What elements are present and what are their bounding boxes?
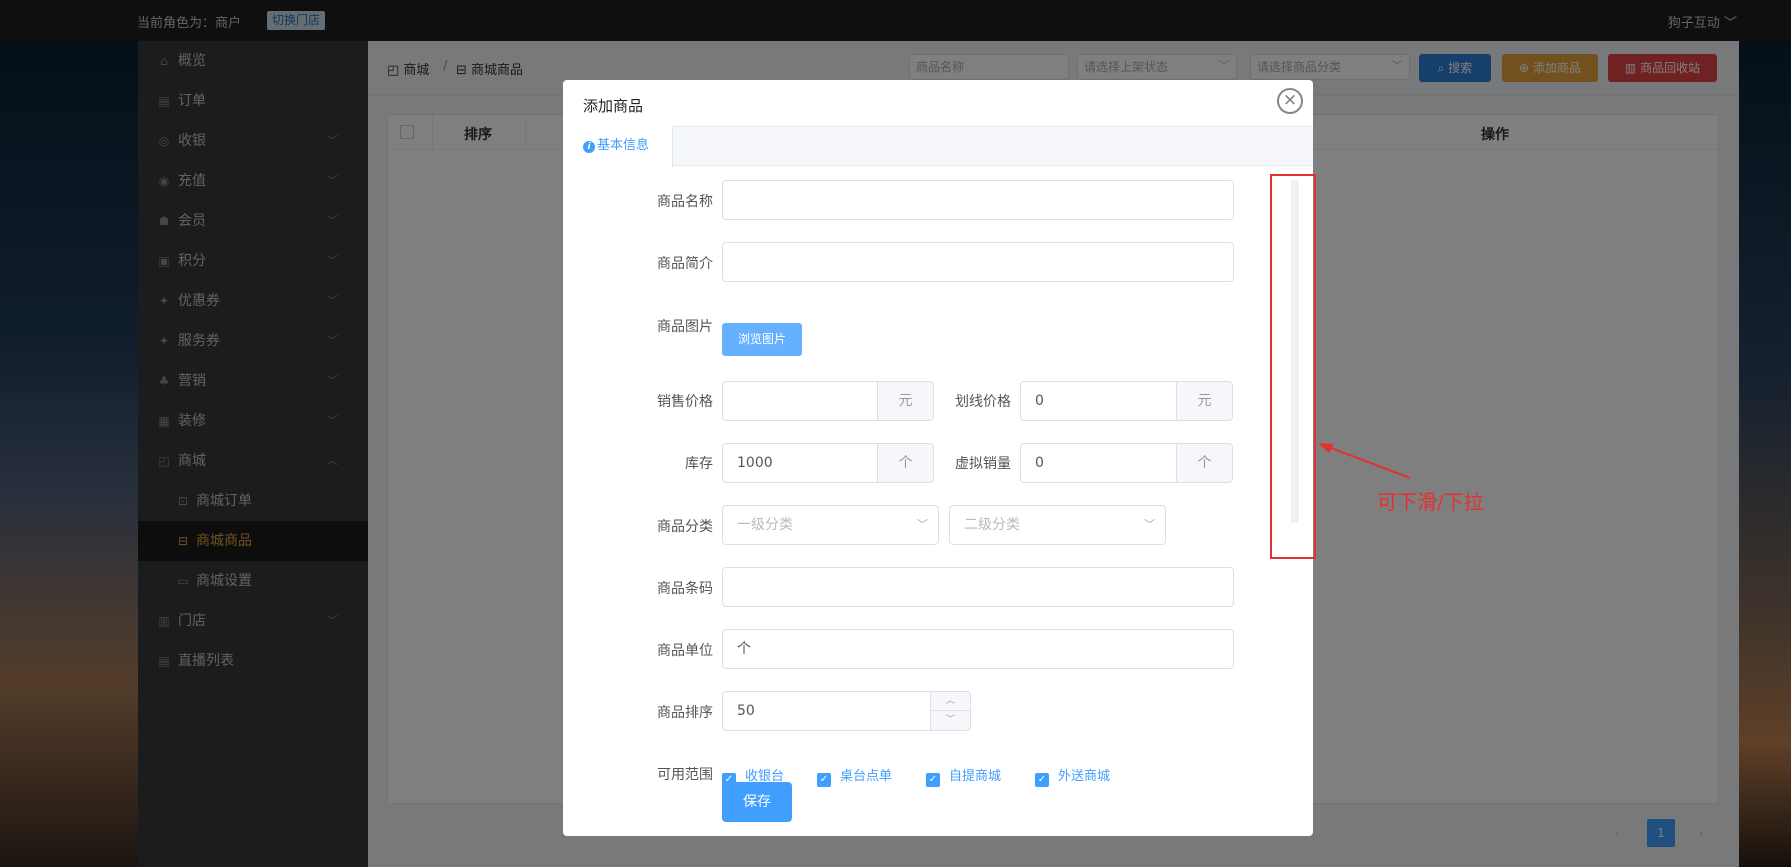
barcode-label: 商品条码 (657, 581, 713, 597)
stock-label: 库存 (685, 456, 713, 472)
virtual-sales-input[interactable]: 0 个 (1020, 443, 1233, 483)
chevron-down-icon: ﹀ (1144, 518, 1155, 531)
primary-category-select[interactable]: 一级分类 ﹀ (722, 505, 939, 545)
save-button[interactable]: 保存 (722, 782, 792, 822)
product-intro-input[interactable] (722, 242, 1234, 282)
line-price-unit-suffix: 元 (1176, 382, 1232, 420)
annotation-arrow-icon (1318, 443, 1411, 479)
scope-label: 可用范围 (657, 767, 713, 783)
stock-unit-suffix: 个 (877, 444, 933, 482)
sort-label: 商品排序 (657, 705, 713, 721)
price-unit-suffix: 元 (877, 382, 933, 420)
intro-label: 商品简介 (657, 256, 713, 272)
sort-stepper[interactable]: 50 ︿ ﹀ (722, 691, 971, 731)
close-icon[interactable]: × (1277, 88, 1303, 114)
barcode-input[interactable] (722, 567, 1234, 607)
line-price-label: 划线价格 (955, 394, 1011, 410)
image-label: 商品图片 (657, 319, 713, 335)
stepper-down-icon[interactable]: ﹀ (931, 711, 970, 730)
virtual-sales-unit-suffix: 个 (1176, 444, 1232, 482)
sale-price-label: 销售价格 (657, 394, 713, 410)
dialog-tabs: i 基本信息 (563, 126, 1313, 167)
check-icon: ✓ (817, 773, 831, 787)
line-price-input[interactable]: 0 元 (1020, 381, 1233, 421)
sale-price-input[interactable]: 元 (722, 381, 934, 421)
secondary-category-select[interactable]: 二级分类 ﹀ (949, 505, 1166, 545)
browse-image-button[interactable]: 浏览图片 (722, 323, 802, 356)
tab-basic-info[interactable]: i 基本信息 (563, 126, 673, 167)
unit-label: 商品单位 (657, 643, 713, 659)
scope-checkbox-pickup-mall[interactable]: ✓ 自提商城 (926, 765, 1001, 787)
scroll-annotation-box (1270, 174, 1316, 559)
category-label: 商品分类 (657, 519, 713, 535)
quantity-stepper-controls: ︿ ﹀ (930, 692, 970, 730)
scope-checkbox-delivery-mall[interactable]: ✓ 外送商城 (1035, 765, 1110, 787)
dialog-title: 添加商品 (583, 97, 644, 115)
check-icon: ✓ (926, 773, 940, 787)
product-name-input[interactable] (722, 180, 1234, 220)
name-label: 商品名称 (657, 194, 713, 210)
chevron-down-icon: ﹀ (917, 518, 928, 531)
add-product-dialog: 添加商品 × i 基本信息 商品名称 商品简介 商品图片 浏览图片 销售价格 元 … (563, 80, 1313, 836)
info-icon: i (583, 141, 595, 153)
virtual-sales-label: 虚拟销量 (955, 456, 1011, 472)
check-icon: ✓ (1035, 773, 1049, 787)
stock-input[interactable]: 1000 个 (722, 443, 934, 483)
stepper-up-icon[interactable]: ︿ (931, 692, 970, 711)
unit-input[interactable]: 个 (722, 629, 1234, 669)
scope-checkbox-table-order[interactable]: ✓ 桌台点单 (817, 765, 892, 787)
scroll-annotation-text: 可下滑/下拉 (1377, 490, 1484, 514)
